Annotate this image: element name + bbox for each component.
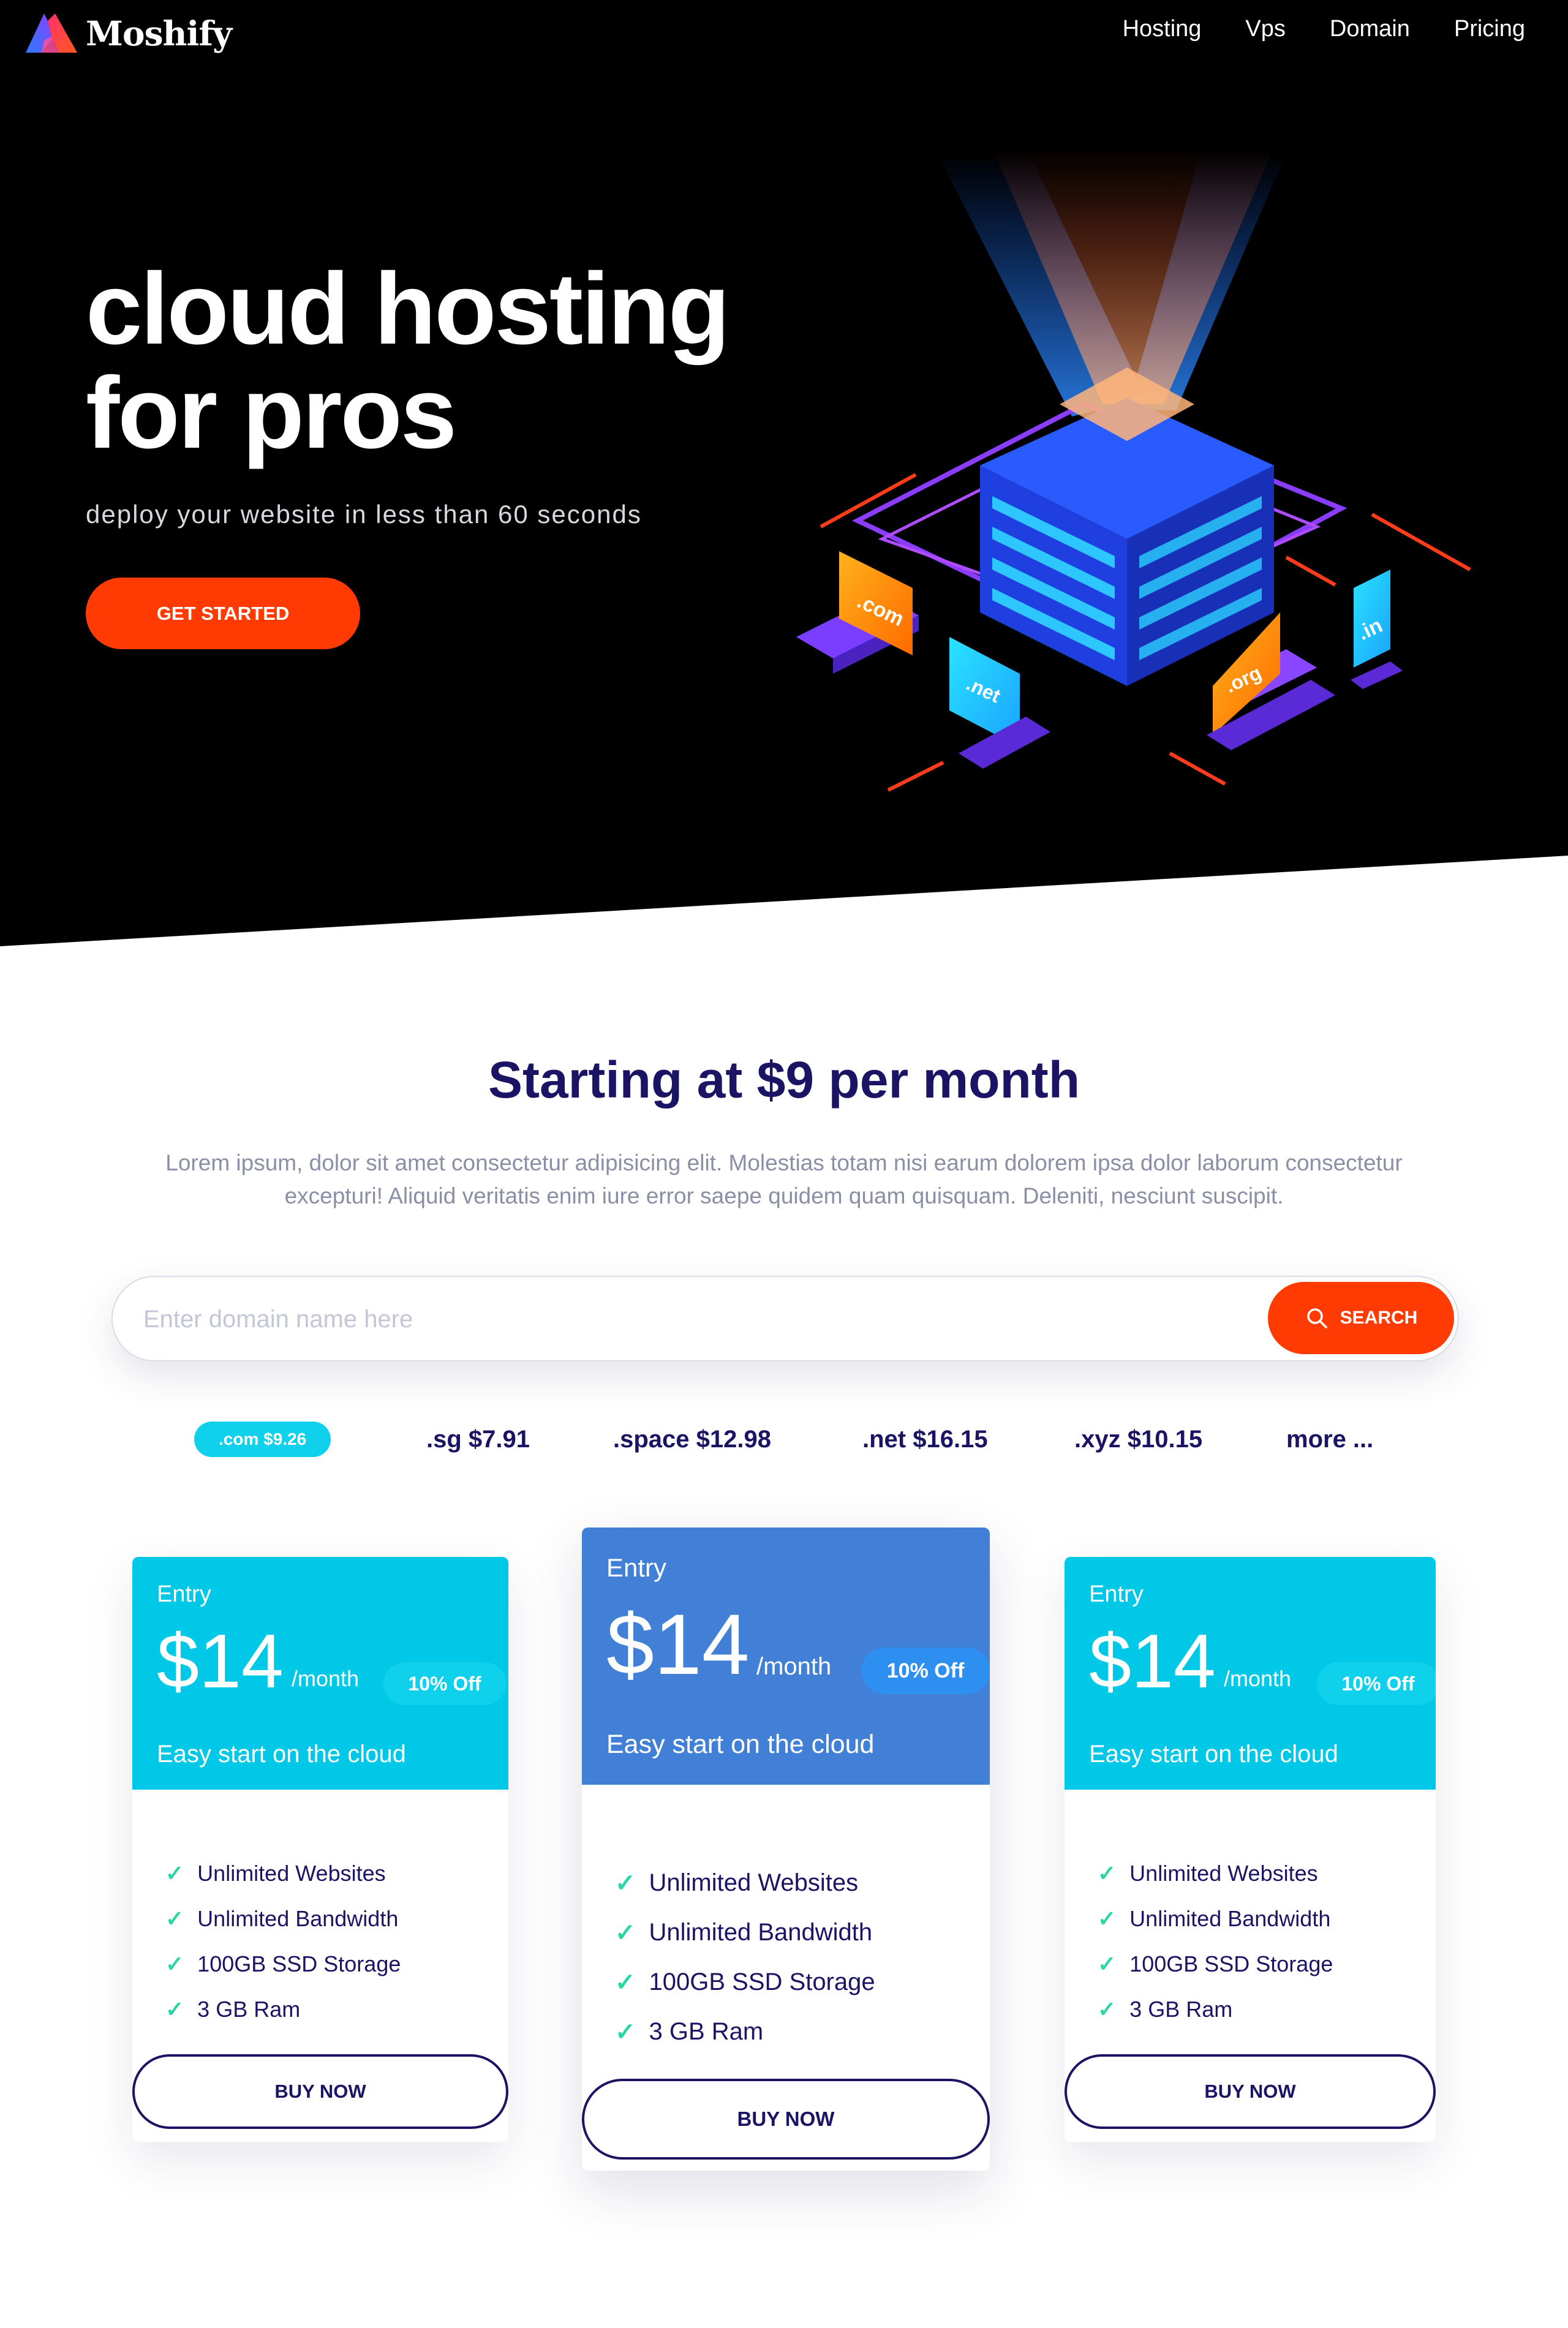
domain-search-input[interactable] xyxy=(142,1295,1063,1343)
tld-xyz-price[interactable]: .xyz $10.15 xyxy=(1074,1418,1202,1461)
feature-label: Unlimited Bandwidth xyxy=(197,1906,399,1931)
feature-label: 3 GB Ram xyxy=(649,2018,764,2045)
hero-title-line2: for pros xyxy=(86,356,457,470)
tld-more-link[interactable]: more ... xyxy=(1286,1418,1373,1461)
check-icon: ✓ xyxy=(1098,1861,1117,1886)
feature-item: ✓ Unlimited Websites xyxy=(615,1858,875,1908)
plan-price: $14 xyxy=(606,1596,750,1692)
domain-search-bar: SEARCH xyxy=(111,1276,1459,1362)
search-icon xyxy=(1306,1308,1327,1328)
plan-period: /month xyxy=(292,1666,360,1691)
get-started-button[interactable]: GET STARTED xyxy=(86,578,360,649)
check-icon: ✓ xyxy=(165,1906,184,1931)
plan-features: ✓ Unlimited Websites ✓ Unlimited Bandwidth… xyxy=(615,1858,875,2057)
pricing-title: Starting at $9 per month xyxy=(488,1051,1080,1109)
plan-price: $14 xyxy=(157,1619,284,1704)
feature-item: ✓ Unlimited Bandwidth xyxy=(1098,1896,1333,1942)
nav-vps[interactable]: Vps xyxy=(1245,16,1285,42)
check-icon: ✓ xyxy=(165,1861,184,1886)
feature-item: ✓ Unlimited Bandwidth xyxy=(615,1908,875,1957)
plan-tagline: Easy start on the cloud xyxy=(1089,1741,1338,1768)
brand-logo[interactable]: Moshify xyxy=(23,9,232,58)
discount-badge: 10% Off xyxy=(861,1648,990,1694)
check-icon: ✓ xyxy=(165,1997,184,2022)
feature-item: ✓ Unlimited Websites xyxy=(165,1851,401,1896)
feature-label: 3 GB Ram xyxy=(197,1997,301,2022)
check-icon: ✓ xyxy=(615,1968,636,1996)
feature-item: ✓ 100GB SSD Storage xyxy=(615,1957,875,2007)
hero-subtitle: deploy your website in less than 60 seco… xyxy=(86,500,642,529)
buy-now-button[interactable]: BUY NOW xyxy=(1065,2054,1436,2129)
pricing-card-header: Entry $14 /month 10% Off Easy start on t… xyxy=(132,1557,508,1790)
plan-tier: Entry xyxy=(606,1553,667,1582)
feature-label: Unlimited Websites xyxy=(1129,1861,1318,1886)
plan-tagline: Easy start on the cloud xyxy=(157,1741,406,1768)
feature-item: ✓ 100GB SSD Storage xyxy=(1098,1942,1333,1987)
plan-period: /month xyxy=(1224,1666,1292,1691)
feature-item: ✓ 3 GB Ram xyxy=(1098,1987,1333,2032)
feature-label: Unlimited Bandwidth xyxy=(649,1919,873,1946)
plan-features: ✓ Unlimited Websites ✓ Unlimited Bandwidth… xyxy=(1098,1851,1333,2032)
feature-item: ✓ 100GB SSD Storage xyxy=(165,1942,401,1987)
feature-item: ✓ Unlimited Bandwidth xyxy=(165,1896,401,1942)
check-icon: ✓ xyxy=(615,1869,636,1897)
tld-net-price[interactable]: .net $16.15 xyxy=(862,1418,988,1461)
pricing-card-2: Entry $14 /month 10% Off Easy start on t… xyxy=(582,1528,990,2171)
feature-item: ✓ 3 GB Ram xyxy=(615,2007,875,2057)
discount-badge: 10% Off xyxy=(1317,1662,1436,1705)
plan-period: /month xyxy=(756,1653,832,1680)
brand-name: Moshify xyxy=(86,13,232,53)
plan-tier: Entry xyxy=(1089,1581,1144,1607)
hero-title-line1: cloud hosting xyxy=(86,252,730,366)
feature-item: ✓ 3 GB Ram xyxy=(165,1987,401,2032)
nav-hosting[interactable]: Hosting xyxy=(1123,16,1202,42)
search-button[interactable]: SEARCH xyxy=(1268,1282,1454,1354)
pricing-card-header: Entry $14 /month 10% Off Easy start on t… xyxy=(1065,1557,1436,1790)
pricing-card-1: Entry $14 /month 10% Off Easy start on t… xyxy=(132,1557,508,2142)
main-nav: Hosting Vps Domain Pricing xyxy=(1123,16,1525,42)
plan-price: $14 xyxy=(1089,1619,1216,1704)
hero-title: cloud hosting for pros xyxy=(86,257,882,465)
check-icon: ✓ xyxy=(615,1919,636,1946)
nav-domain[interactable]: Domain xyxy=(1330,16,1410,42)
feature-label: 100GB SSD Storage xyxy=(1129,1951,1333,1976)
feature-item: ✓ Unlimited Websites xyxy=(1098,1851,1333,1896)
nav-pricing[interactable]: Pricing xyxy=(1454,16,1525,42)
search-button-label: SEARCH xyxy=(1340,1308,1418,1328)
pricing-card-3: Entry $14 /month 10% Off Easy start on t… xyxy=(1065,1557,1436,2142)
buy-now-button[interactable]: BUY NOW xyxy=(132,2054,508,2129)
check-icon: ✓ xyxy=(1098,1951,1117,1976)
check-icon: ✓ xyxy=(165,1951,184,1976)
feature-label: Unlimited Websites xyxy=(649,1869,859,1896)
discount-badge: 10% Off xyxy=(383,1662,506,1705)
moshify-logo-icon xyxy=(26,13,77,53)
tld-space-price[interactable]: .space $12.98 xyxy=(613,1418,771,1461)
tld-sg-price[interactable]: .sg $7.91 xyxy=(426,1418,530,1461)
plan-features: ✓ Unlimited Websites ✓ Unlimited Bandwidth… xyxy=(165,1851,401,2032)
buy-now-button[interactable]: BUY NOW xyxy=(582,2079,990,2160)
check-icon: ✓ xyxy=(615,2018,636,2046)
feature-label: 100GB SSD Storage xyxy=(649,1968,875,1995)
plan-tagline: Easy start on the cloud xyxy=(606,1730,875,1759)
check-icon: ✓ xyxy=(1098,1997,1117,2022)
feature-label: 100GB SSD Storage xyxy=(197,1951,401,1976)
server-illustration: .com .net .org .in xyxy=(796,147,1471,792)
pricing-card-header: Entry $14 /month 10% Off Easy start on t… xyxy=(582,1528,990,1785)
feature-label: Unlimited Bandwidth xyxy=(1129,1906,1331,1931)
plan-tier: Entry xyxy=(157,1581,211,1607)
tld-com-price[interactable]: .com $9.26 xyxy=(194,1422,331,1457)
feature-label: Unlimited Websites xyxy=(197,1861,386,1886)
pricing-description: Lorem ipsum, dolor sit amet consectetur … xyxy=(165,1150,1403,1208)
feature-label: 3 GB Ram xyxy=(1129,1997,1233,2022)
tld-price-list: .com $9.26 .sg $7.91 .space $12.98 .net … xyxy=(184,1418,1409,1461)
check-icon: ✓ xyxy=(1098,1906,1117,1931)
hero-section: Moshify Hosting Vps Domain Pricing cloud… xyxy=(0,0,1568,946)
